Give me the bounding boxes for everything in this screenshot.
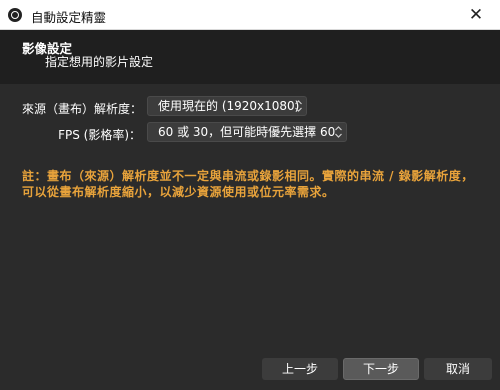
resolution-select[interactable]: 使用現在的 (1920x1080) bbox=[147, 96, 307, 116]
resolution-select-value: 使用現在的 (1920x1080) bbox=[158, 99, 300, 113]
title-bar: 自動設定精靈 ✕ bbox=[0, 0, 500, 30]
next-button[interactable]: 下一步 bbox=[343, 358, 419, 380]
resolution-label: 來源（畫布）解析度： bbox=[22, 102, 143, 116]
page-subtitle: 指定想用的影片設定 bbox=[45, 55, 154, 69]
obs-logo-icon bbox=[8, 8, 22, 22]
cancel-button[interactable]: 取消 bbox=[424, 358, 492, 380]
back-button[interactable]: 上一步 bbox=[262, 358, 338, 380]
page-header: 影像設定 指定想用的影片設定 bbox=[0, 30, 500, 84]
chevron-up-down-icon bbox=[335, 126, 342, 138]
resolution-note: 註：畫布（來源）解析度並不一定與串流或錄影相同。實際的串流 / 錄影解析度，可以… bbox=[22, 169, 474, 199]
fps-select[interactable]: 60 或 30，但可能時優先選擇 60 bbox=[147, 122, 347, 142]
fps-label: FPS (影格率)： bbox=[58, 128, 141, 142]
wizard-content: 影像設定 指定想用的影片設定 來源（畫布）解析度： 使用現在的 (1920x10… bbox=[0, 30, 500, 390]
chevron-up-down-icon bbox=[295, 100, 302, 112]
window-title: 自動設定精靈 bbox=[31, 10, 107, 25]
fps-select-value: 60 或 30，但可能時優先選擇 60 bbox=[158, 125, 336, 139]
close-icon[interactable]: ✕ bbox=[460, 1, 492, 29]
